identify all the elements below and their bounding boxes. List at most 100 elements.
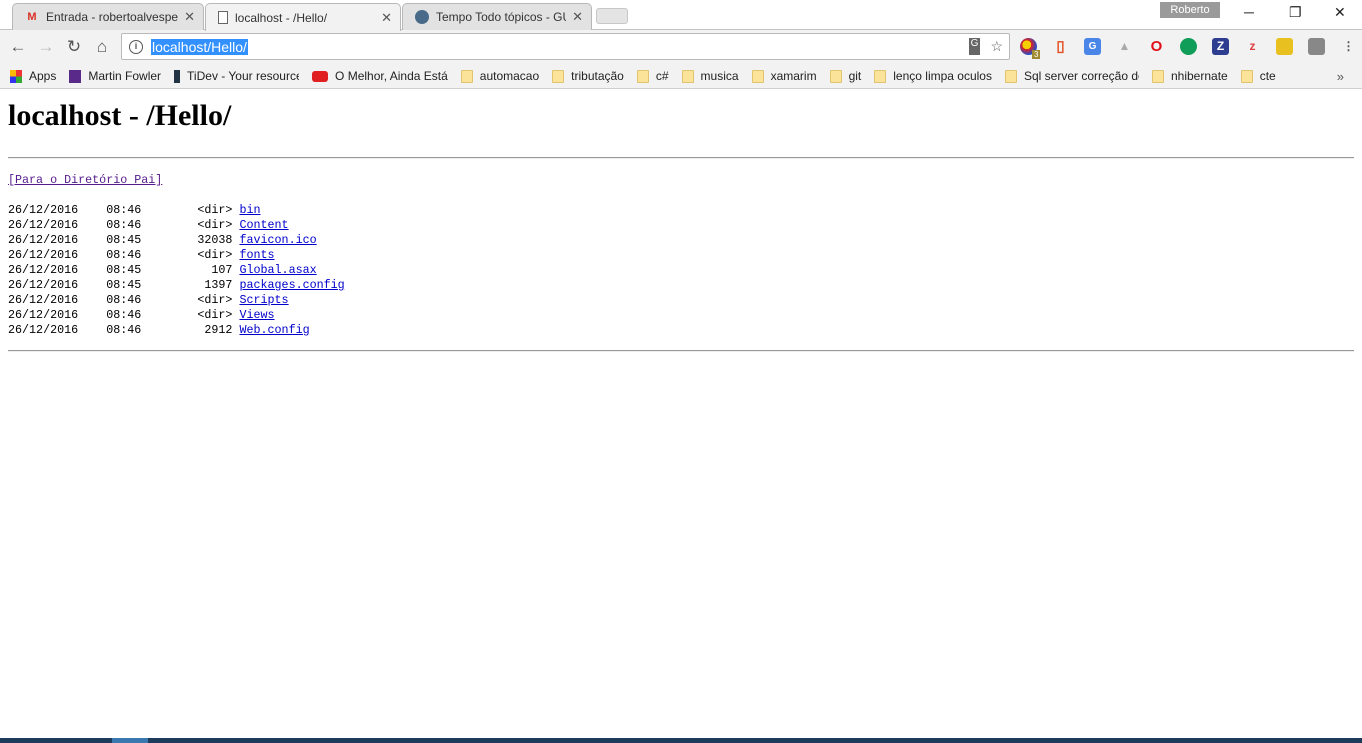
entry-time: 08:46 xyxy=(106,218,142,232)
bookmarks-bar: Apps Martin Fowler TiDev - Your resource O … xyxy=(0,64,1362,89)
office-icon[interactable]: ▯ xyxy=(1052,38,1069,55)
listing-row: 26/12/2016 08:46 <dir> bin xyxy=(8,203,261,217)
address-bar[interactable]: i localhost/Hello/ G ☆ xyxy=(121,33,1010,60)
home-button[interactable]: ⌂ xyxy=(88,37,116,57)
listing-row: 26/12/2016 08:46 <dir> Content xyxy=(8,218,289,232)
bookmark-item[interactable]: automacao xyxy=(460,69,540,83)
drive-icon[interactable]: ▲ xyxy=(1116,38,1133,55)
entry-size: 107 xyxy=(211,263,233,277)
close-tab-icon[interactable]: ✕ xyxy=(572,9,583,25)
bookmark-label: TiDev - Your resource xyxy=(187,69,300,83)
back-button[interactable]: ← xyxy=(4,37,32,57)
entry-size: <dir> xyxy=(197,308,233,322)
z-extension-icon[interactable]: z xyxy=(1244,38,1261,55)
entry-date: 26/12/2016 xyxy=(8,218,79,232)
bookmark-label: O Melhor, Ainda Está xyxy=(335,69,448,83)
entry-link[interactable]: Web.config xyxy=(239,323,309,337)
entry-link[interactable]: fonts xyxy=(239,248,274,262)
bookmark-label: c# xyxy=(655,69,669,83)
entry-date: 26/12/2016 xyxy=(8,323,79,337)
entry-date: 26/12/2016 xyxy=(8,278,79,292)
entry-size: <dir> xyxy=(197,203,233,217)
close-tab-icon[interactable]: ✕ xyxy=(381,10,392,26)
bookmark-item[interactable]: musica xyxy=(681,69,739,83)
extension-grey-icon[interactable] xyxy=(1308,38,1325,55)
tab-tempo-todo[interactable]: Tempo Todo tópicos - GU ✕ xyxy=(402,3,592,30)
bookmark-label: automacao xyxy=(479,69,540,83)
close-tab-icon[interactable]: ✕ xyxy=(184,9,195,25)
folder-icon xyxy=(460,69,473,83)
page-title: localhost - /Hello/ xyxy=(8,99,232,132)
bookmark-item[interactable]: cte xyxy=(1240,69,1276,83)
reload-button[interactable]: ↻ xyxy=(60,37,88,57)
tab-label: Entrada - robertoalvesper xyxy=(46,10,179,24)
bookmark-item[interactable]: tributação xyxy=(552,69,624,83)
folder-icon xyxy=(1151,69,1164,83)
globe-icon xyxy=(415,10,429,24)
bookmark-item[interactable]: nhibernate xyxy=(1151,69,1228,83)
bookmark-item[interactable]: lenço limpa oculos xyxy=(874,69,992,83)
entry-time: 08:46 xyxy=(106,293,142,307)
listing-row: 26/12/2016 08:46 <dir> fonts xyxy=(8,248,275,262)
listing-row: 26/12/2016 08:46 <dir> Scripts xyxy=(8,293,289,307)
bookmark-item[interactable]: xamarim xyxy=(751,69,817,83)
folder-icon xyxy=(874,69,887,83)
divider xyxy=(8,157,1354,159)
bookmark-label: musica xyxy=(700,69,739,83)
toolbar: ← → ↻ ⌂ i localhost/Hello/ G ☆ 3 ▯ G ▲ O… xyxy=(0,30,1362,64)
entry-link[interactable]: Global.asax xyxy=(239,263,316,277)
entry-link[interactable]: packages.config xyxy=(239,278,344,292)
title-bar: M Entrada - robertoalvesper ✕ localhost … xyxy=(0,0,1362,31)
bookmark-item[interactable]: Martin Fowler xyxy=(69,69,161,83)
bookmark-item[interactable]: Sql server correção de xyxy=(1004,69,1139,83)
entry-time: 08:45 xyxy=(106,233,142,247)
entry-link[interactable]: Content xyxy=(239,218,288,232)
youtube-icon xyxy=(312,70,329,82)
taskbar-active-app[interactable] xyxy=(112,738,148,743)
restore-button[interactable]: ❐ xyxy=(1289,4,1302,21)
google-translate-icon[interactable]: G xyxy=(1084,38,1101,55)
tidev-icon xyxy=(174,69,181,83)
hangouts-icon[interactable] xyxy=(1180,38,1197,55)
parent-directory-link[interactable]: [Para o Diretório Pai] xyxy=(8,173,162,187)
entry-link[interactable]: Scripts xyxy=(239,293,288,307)
bookmark-item[interactable]: c# xyxy=(636,69,669,83)
bookmark-item[interactable]: TiDev - Your resource xyxy=(174,69,299,83)
bookmark-item[interactable]: O Melhor, Ainda Está xyxy=(312,69,448,83)
smartcard-icon[interactable] xyxy=(1276,38,1293,55)
forward-button[interactable]: → xyxy=(32,37,60,57)
bookmark-label: lenço limpa oculos xyxy=(893,69,992,83)
zotero-icon[interactable]: Z xyxy=(1212,38,1229,55)
entry-date: 26/12/2016 xyxy=(8,248,79,262)
opera-icon[interactable]: O xyxy=(1148,38,1165,55)
menu-icon[interactable]: ⋮ xyxy=(1340,38,1357,55)
profile-button[interactable]: Roberto xyxy=(1160,2,1220,18)
entry-size: 32038 xyxy=(197,233,233,247)
bookmark-label: cte xyxy=(1259,69,1276,83)
entry-size: 1397 xyxy=(204,278,233,292)
bookmark-item[interactable]: Apps xyxy=(10,69,56,83)
taskbar xyxy=(0,738,1362,743)
url-text[interactable]: localhost/Hello/ xyxy=(151,38,248,55)
folder-icon xyxy=(1004,69,1017,83)
folder-icon xyxy=(552,69,565,83)
entry-date: 26/12/2016 xyxy=(8,203,79,217)
star-icon[interactable]: ☆ xyxy=(990,38,1003,55)
entry-link[interactable]: favicon.ico xyxy=(239,233,316,247)
bookmark-label: Martin Fowler xyxy=(88,69,162,83)
close-window-button[interactable]: ✕ xyxy=(1334,4,1346,21)
info-icon[interactable]: i xyxy=(129,39,143,54)
entry-link[interactable]: Views xyxy=(239,308,274,322)
translate-icon[interactable]: G xyxy=(968,38,981,55)
new-tab-button[interactable] xyxy=(596,8,628,24)
listing-row: 26/12/2016 08:45 32038 favicon.ico xyxy=(8,233,317,247)
entry-time: 08:45 xyxy=(106,263,142,277)
more-bookmarks-icon[interactable]: » xyxy=(1337,69,1344,84)
listing-row: 26/12/2016 08:46 2912 Web.config xyxy=(8,323,310,337)
entry-size: 2912 xyxy=(204,323,233,337)
tab-gmail[interactable]: M Entrada - robertoalvesper ✕ xyxy=(12,3,204,30)
bookmark-item[interactable]: git xyxy=(829,69,861,83)
entry-link[interactable]: bin xyxy=(239,203,260,217)
tab-localhost[interactable]: localhost - /Hello/ ✕ xyxy=(205,3,401,31)
minimize-button[interactable]: ─ xyxy=(1244,4,1254,20)
